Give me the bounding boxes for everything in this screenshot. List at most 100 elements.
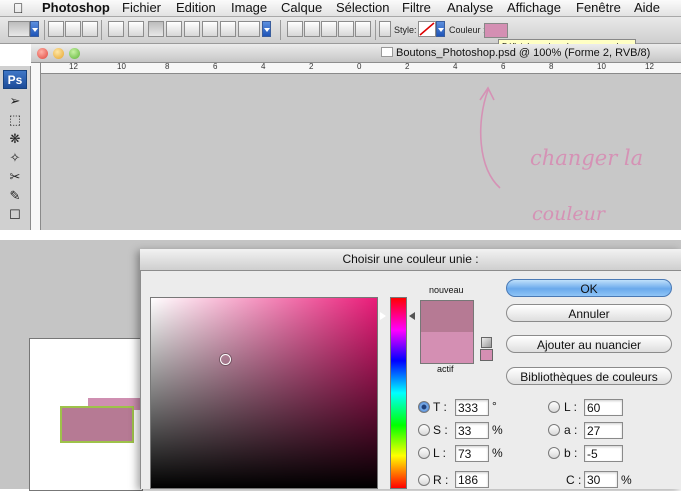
color-field-cursor[interactable] [220, 354, 231, 365]
menu-affichage[interactable]: Affichage [507, 0, 561, 16]
menubar:  Photoshop Fichier Edition Image Calque… [0, 0, 681, 17]
saturation-input[interactable]: 33 [455, 422, 489, 439]
document-title: Boutons_Photoshop.psd @ 100% (Forme 2, R… [396, 47, 651, 59]
web-safe-swatch[interactable] [480, 349, 493, 361]
lasso-icon[interactable]: ❋ [5, 130, 25, 147]
shape-layers-button[interactable] [48, 21, 64, 37]
lab-a-radio[interactable] [548, 424, 560, 436]
menu-selection[interactable]: Sélection [336, 0, 389, 16]
subtract-shape-button[interactable] [321, 21, 337, 37]
ruler-label: 12 [645, 63, 654, 71]
red-radio[interactable] [418, 474, 430, 486]
magic-wand-icon[interactable]: ✧ [5, 149, 25, 166]
layer-color-swatch[interactable] [484, 23, 508, 38]
custom-shape-button[interactable] [238, 21, 260, 37]
ok-button[interactable]: OK [506, 279, 672, 297]
style-dropdown[interactable] [436, 21, 445, 37]
menu-edition[interactable]: Edition [176, 0, 216, 16]
intersect-shape-button[interactable] [338, 21, 354, 37]
shape-options-dropdown[interactable] [262, 21, 271, 37]
saturation-label: S : [433, 423, 448, 437]
eyedropper-icon[interactable]: ✎ [5, 187, 25, 204]
hue-input[interactable]: 333 [455, 399, 489, 416]
exclude-shape-button[interactable] [355, 21, 371, 37]
crop-icon[interactable]: ✂ [5, 168, 25, 185]
lab-b-input[interactable]: -5 [584, 445, 623, 462]
brightness-input[interactable]: 73 [455, 445, 489, 462]
hue-slider-left-arrow[interactable] [380, 312, 386, 320]
lab-l-input[interactable]: 60 [584, 399, 623, 416]
red-input[interactable]: 186 [455, 471, 489, 488]
lab-a-input[interactable]: 27 [584, 422, 623, 439]
ruler-left [31, 63, 41, 230]
lab-l-radio[interactable] [548, 401, 560, 413]
healing-brush-icon[interactable]: ☐ [5, 206, 25, 223]
menu-analyse[interactable]: Analyse [447, 0, 493, 16]
brightness-radio[interactable] [418, 447, 430, 459]
document-titlebar: Boutons_Photoshop.psd @ 100% (Forme 2, R… [31, 44, 681, 63]
ruler-label: 12 [69, 63, 78, 71]
apple-icon[interactable]:  [13, 0, 24, 16]
polygon-tool-button[interactable] [202, 21, 218, 37]
out-of-gamut-cube-icon[interactable] [481, 337, 492, 348]
color-field[interactable] [150, 297, 378, 489]
new-shape-layer-button[interactable] [287, 21, 303, 37]
lab-b-radio[interactable] [548, 447, 560, 459]
dialog-title: Choisir une couleur unie : [140, 249, 681, 271]
saturation-radio[interactable] [418, 424, 430, 436]
new-color-label: nouveau [429, 285, 464, 295]
ruler-top: 12 10 8 6 4 2 0 2 4 6 8 10 12 [40, 63, 681, 74]
ellipse-tool-button[interactable] [184, 21, 200, 37]
shape-layer-selected[interactable] [60, 406, 134, 443]
color-libraries-button[interactable]: Bibliothèques de couleurs [506, 367, 672, 385]
move-icon[interactable]: ➢ [5, 92, 25, 109]
red-label: R : [433, 473, 449, 487]
brightness-unit: % [492, 446, 503, 460]
close-window-button[interactable] [37, 48, 48, 59]
rectangle-tool-button[interactable] [148, 21, 164, 37]
add-to-shape-button[interactable] [304, 21, 320, 37]
menu-fichier[interactable]: Fichier [122, 0, 161, 16]
menu-image[interactable]: Image [231, 0, 267, 16]
ruler-label: 4 [453, 63, 458, 71]
cyan-input[interactable]: 30 [584, 471, 618, 488]
menu-app-name[interactable]: Photoshop [42, 0, 110, 16]
tool-preset-dropdown[interactable] [30, 21, 39, 37]
hue-radio[interactable] [418, 401, 430, 413]
add-to-swatches-button[interactable]: Ajouter au nuancier [506, 335, 672, 353]
fill-pixels-button[interactable] [82, 21, 98, 37]
annotation-text-line1: changer la [530, 146, 644, 170]
color-label: Couleur : [449, 25, 486, 35]
photoshop-logo: Ps [3, 70, 27, 89]
menu-filtre[interactable]: Filtre [402, 0, 431, 16]
link-icon[interactable] [379, 21, 391, 37]
style-picker[interactable] [418, 21, 436, 37]
section-divider [0, 230, 681, 240]
pen-tool-button[interactable] [108, 21, 124, 37]
zoom-window-button[interactable] [69, 48, 80, 59]
rounded-rectangle-button[interactable] [166, 21, 182, 37]
tool-preset-button[interactable] [8, 21, 30, 37]
lab-l-label: L : [564, 400, 577, 414]
annotation-arrow [479, 86, 501, 189]
menu-fenetre[interactable]: Fenêtre [576, 0, 621, 16]
ruler-label: 8 [549, 63, 554, 71]
cyan-label: C : [566, 473, 582, 487]
freeform-pen-button[interactable] [128, 21, 144, 37]
ruler-label: 2 [309, 63, 314, 71]
cancel-button[interactable]: Annuler [506, 304, 672, 322]
ruler-label: 8 [165, 63, 170, 71]
current-color-swatch[interactable] [420, 332, 474, 364]
marquee-icon[interactable]: ⬚ [5, 111, 25, 128]
hue-slider-right-arrow[interactable] [409, 312, 415, 320]
menu-aide[interactable]: Aide [634, 0, 660, 16]
menu-calque[interactable]: Calque [281, 0, 322, 16]
ruler-label: 2 [405, 63, 410, 71]
minimize-window-button[interactable] [53, 48, 64, 59]
paths-button[interactable] [65, 21, 81, 37]
ruler-label: 10 [597, 63, 606, 71]
hue-label: T : [433, 400, 447, 414]
brightness-label: L : [433, 446, 446, 460]
hue-slider[interactable] [390, 297, 407, 489]
line-tool-button[interactable] [220, 21, 236, 37]
